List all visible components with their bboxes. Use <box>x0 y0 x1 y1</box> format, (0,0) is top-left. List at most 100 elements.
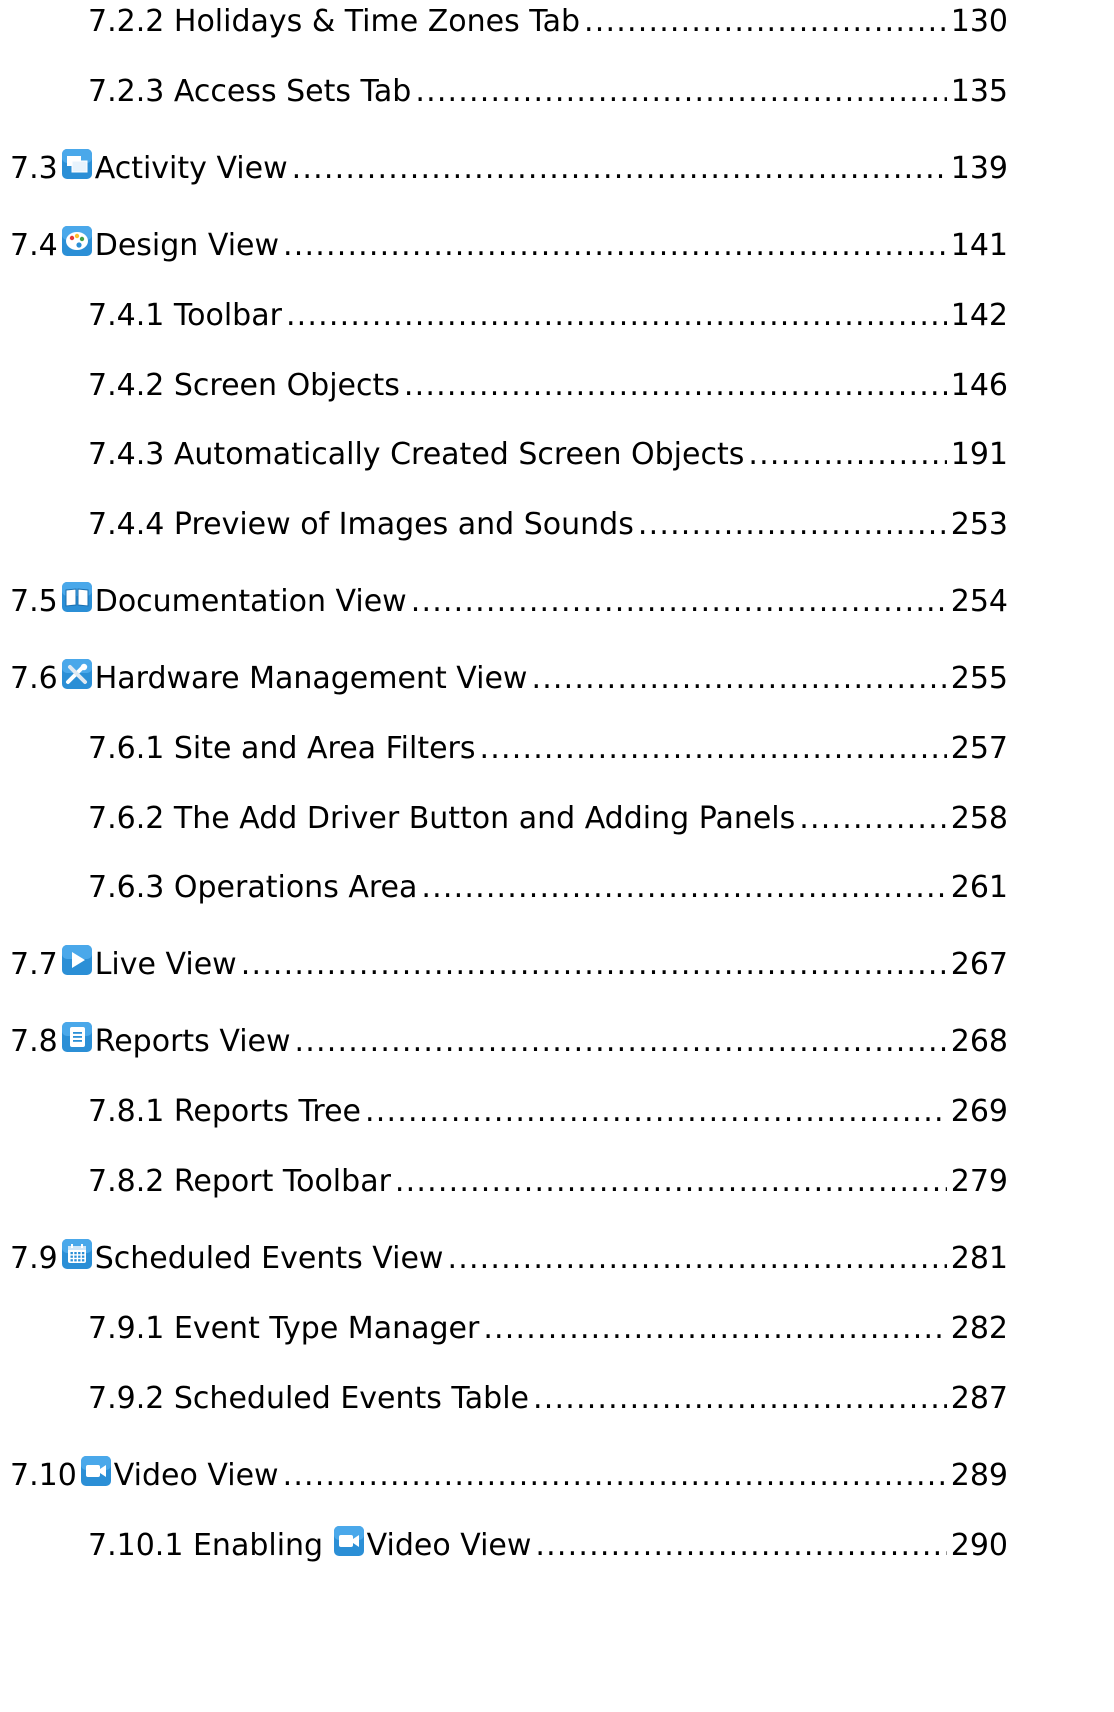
toc-entry[interactable]: 7.3 Activity View........................… <box>0 147 1114 191</box>
page-number: 268 <box>948 1020 1008 1064</box>
section-title: Event Type Manager <box>173 1311 480 1346</box>
toc-entry-heading: 7.5 Documentation View <box>10 580 407 624</box>
dot-leader: ........................................… <box>403 368 947 403</box>
toc-entry-heading: 7.10.1 Enabling Video View <box>88 1524 531 1568</box>
page-number: 130 <box>948 0 1008 44</box>
page-number: 253 <box>948 503 1008 547</box>
section-title: Video View <box>113 1458 279 1493</box>
section-title: Toolbar <box>173 298 282 333</box>
page-number: 139 <box>948 147 1008 191</box>
section-number: 7.2.3 <box>88 74 165 109</box>
section-number: 7.4.3 <box>88 437 165 472</box>
page-number: 257 <box>948 727 1008 771</box>
toc-entry[interactable]: 7.6.1 Site and Area Filters.............… <box>0 727 1114 771</box>
toc-entry[interactable]: 7.6.3 Operations Area...................… <box>0 866 1114 910</box>
dot-leader: ....................................... <box>748 437 947 472</box>
section-title: Scheduled Events Table <box>173 1381 530 1416</box>
calendar-icon <box>61 1238 93 1270</box>
toc-entry[interactable]: 7.4 Design View..........................… <box>0 224 1114 268</box>
toc-entry[interactable]: 7.10.1 Enabling Video View..............… <box>0 1524 1114 1568</box>
video-camera-icon <box>80 1455 112 1487</box>
section-number: 7.10.1 <box>88 1528 184 1563</box>
toc-entry[interactable]: 7.4.4 Preview of Images and Sounds......… <box>0 503 1114 547</box>
section-title: Operations Area <box>173 870 418 905</box>
section-title: Reports View <box>94 1024 291 1059</box>
toc-entry-heading: 7.6.2 The Add Driver Button and Adding P… <box>88 797 795 841</box>
page-number: 290 <box>948 1524 1008 1568</box>
toc-entry[interactable]: 7.4.3 Automatically Created Screen Objec… <box>0 433 1114 477</box>
toc-entry[interactable]: 7.8.1 Reports Tree......................… <box>0 1090 1114 1134</box>
dot-leader: ........................................… <box>531 661 946 696</box>
dot-leader: ........................................… <box>294 1024 947 1059</box>
toc-entry[interactable]: 7.2.3 Access Sets Tab...................… <box>0 70 1114 114</box>
toc-entry[interactable]: 7.8.2 Report Toolbar....................… <box>0 1160 1114 1204</box>
section-title: The Add Driver Button and Adding Panels <box>173 801 796 836</box>
live-view-play-icon <box>61 944 93 976</box>
dot-leader: ........................................… <box>415 74 946 109</box>
dot-leader: ........................................… <box>535 1528 946 1563</box>
dot-leader: .............................. <box>799 801 947 836</box>
dot-leader: ........................................… <box>291 151 947 186</box>
toc-entry-heading: 7.6.1 Site and Area Filters <box>88 727 476 771</box>
toc-entry[interactable]: 7.6.2 The Add Driver Button and Adding P… <box>0 797 1114 841</box>
section-title: Reports Tree <box>173 1094 362 1129</box>
section-title: Report Toolbar <box>173 1164 391 1199</box>
toc-entry[interactable]: 7.8 Reports View.........................… <box>0 1020 1114 1064</box>
section-number: 7.3 <box>10 151 58 186</box>
toc-entry[interactable]: 7.9.2 Scheduled Events Table............… <box>0 1377 1114 1421</box>
toc-entry-heading: 7.4.4 Preview of Images and Sounds <box>88 503 634 547</box>
toc-entry[interactable]: 7.6 Hardware Management View.............… <box>0 657 1114 701</box>
section-number: 7.4.4 <box>88 507 165 542</box>
dot-leader: ........................................… <box>410 584 947 619</box>
page-number: 287 <box>948 1377 1008 1421</box>
dot-leader: ........................................… <box>637 507 947 542</box>
toc-entry[interactable]: 7.4.1 Toolbar...........................… <box>0 294 1114 338</box>
section-title: Hardware Management View <box>94 661 528 696</box>
section-number: 7.6.1 <box>88 731 165 766</box>
video-camera-icon <box>333 1525 365 1557</box>
toc-entry[interactable]: 7.7 Live View............................… <box>0 943 1114 987</box>
section-title: Site and Area Filters <box>173 731 476 766</box>
section-title-prefix: Enabling <box>192 1528 324 1563</box>
toc-entry[interactable]: 7.10 Video View..........................… <box>0 1454 1114 1498</box>
section-number: 7.2.2 <box>88 4 165 39</box>
page-number: 142 <box>948 294 1008 338</box>
toc-entry[interactable]: 7.9.1 Event Type Manager................… <box>0 1307 1114 1351</box>
dot-leader: ........................................… <box>240 947 947 982</box>
toc-entry-heading: 7.4.1 Toolbar <box>88 294 282 338</box>
page-number: 267 <box>948 943 1008 987</box>
toc-entry[interactable]: 7.5 Documentation View...................… <box>0 580 1114 624</box>
page-number: 269 <box>948 1090 1008 1134</box>
section-number: 7.6.2 <box>88 801 165 836</box>
section-title: Documentation View <box>94 584 407 619</box>
section-title: Screen Objects <box>173 368 400 403</box>
toc-entry[interactable]: 7.4.2 Screen Objects....................… <box>0 364 1114 408</box>
page-number: 255 <box>948 657 1008 701</box>
toc-entry[interactable]: 7.9 Scheduled Events View................… <box>0 1237 1114 1281</box>
section-number: 7.6 <box>10 661 58 696</box>
section-number: 7.10 <box>10 1458 77 1493</box>
toc-entry-heading: 7.9.1 Event Type Manager <box>88 1307 479 1351</box>
toc-entry[interactable]: 7.2.2 Holidays & Time Zones Tab.........… <box>0 0 1114 44</box>
section-title: Access Sets Tab <box>173 74 412 109</box>
toc-entry-heading: 7.4.3 Automatically Created Screen Objec… <box>88 433 744 477</box>
page-number: 281 <box>948 1237 1008 1281</box>
toc-entry-heading: 7.6 Hardware Management View <box>10 657 527 701</box>
toc-entry-heading: 7.4 Design View <box>10 224 279 268</box>
dot-leader: ........................................… <box>479 731 947 766</box>
section-title: Automatically Created Screen Objects <box>173 437 745 472</box>
section-title: Scheduled Events View <box>94 1241 444 1276</box>
section-title: Video View <box>366 1528 532 1563</box>
toc-entry-heading: 7.3 Activity View <box>10 147 288 191</box>
page-number: 146 <box>948 364 1008 408</box>
dot-leader: ........................................… <box>483 1311 946 1346</box>
toc-entry-heading: 7.9 Scheduled Events View <box>10 1237 443 1281</box>
toc-entry-heading: 7.8 Reports View <box>10 1020 291 1064</box>
section-number: 7.9 <box>10 1241 58 1276</box>
section-number: 7.4 <box>10 228 58 263</box>
section-number: 7.9.1 <box>88 1311 165 1346</box>
dot-leader: ........................................… <box>584 4 947 39</box>
section-number: 7.4.2 <box>88 368 165 403</box>
page-number: 279 <box>948 1160 1008 1204</box>
dot-leader: ........................................… <box>394 1164 947 1199</box>
